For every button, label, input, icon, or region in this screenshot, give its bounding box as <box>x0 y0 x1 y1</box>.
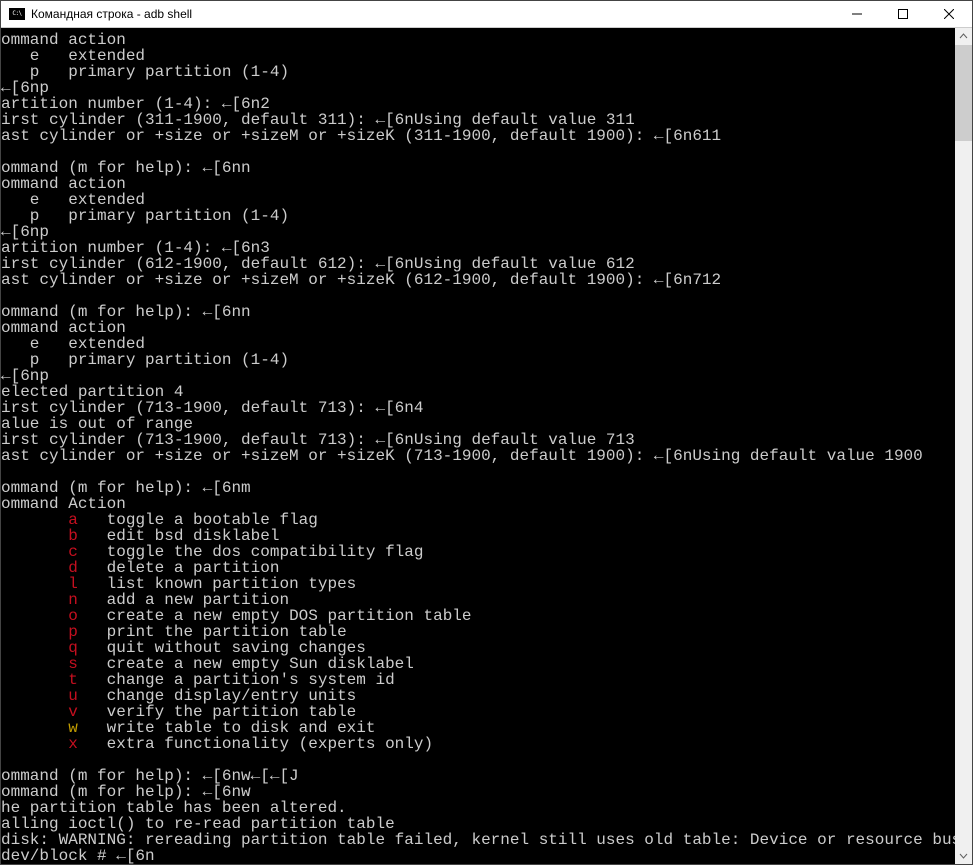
terminal-line: e extended <box>1 336 955 352</box>
terminal-line: irst cylinder (311-1900, default 311): ←… <box>1 112 955 128</box>
scroll-up-button[interactable] <box>955 28 972 45</box>
terminal-line: disk: WARNING: rereading partition table… <box>1 832 955 848</box>
terminal-line: p primary partition (1-4) <box>1 208 955 224</box>
terminal-line: e extended <box>1 192 955 208</box>
minimize-button[interactable] <box>834 1 880 27</box>
terminal-line: ommand (m for help): ←[6nw <box>1 784 955 800</box>
terminal-line: elected partition 4 <box>1 384 955 400</box>
terminal-line: ommand (m for help): ←[6nn <box>1 304 955 320</box>
chevron-up-icon <box>959 32 968 41</box>
scroll-down-button[interactable] <box>955 847 972 864</box>
terminal-line <box>1 752 955 768</box>
terminal-line: irst cylinder (612-1900, default 612): ←… <box>1 256 955 272</box>
terminal-line: ←[6np <box>1 224 955 240</box>
titlebar[interactable]: Командная строка - adb shell <box>1 1 972 28</box>
close-icon <box>944 9 954 19</box>
terminal-line: ommand (m for help): ←[6nn <box>1 160 955 176</box>
terminal-line: artition number (1-4): ←[6n3 <box>1 240 955 256</box>
maximize-button[interactable] <box>880 1 926 27</box>
window-title: Командная строка - adb shell <box>31 7 834 21</box>
terminal-line <box>1 464 955 480</box>
terminal-line: ast cylinder or +size or +sizeM or +size… <box>1 272 955 288</box>
terminal-line: n add a new partition <box>1 592 955 608</box>
terminal-line: ←[6np <box>1 80 955 96</box>
terminal-line: l list known partition types <box>1 576 955 592</box>
terminal-line: q quit without saving changes <box>1 640 955 656</box>
terminal-line <box>1 288 955 304</box>
terminal-line: ast cylinder or +size or +sizeM or +size… <box>1 128 955 144</box>
terminal-line: ommand (m for help): ←[6nw←[←[J <box>1 768 955 784</box>
terminal-line: d delete a partition <box>1 560 955 576</box>
terminal-line: alling ioctl() to re-read partition tabl… <box>1 816 955 832</box>
client-area: ommand action e extended p primary parti… <box>1 28 972 864</box>
cmd-window: Командная строка - adb shell ommand acti… <box>0 0 973 865</box>
terminal-line: x extra functionality (experts only) <box>1 736 955 752</box>
terminal-line: p print the partition table <box>1 624 955 640</box>
minimize-icon <box>852 9 862 19</box>
terminal-line: alue is out of range <box>1 416 955 432</box>
terminal-line: u change display/entry units <box>1 688 955 704</box>
terminal-line: p primary partition (1-4) <box>1 64 955 80</box>
terminal-line: irst cylinder (713-1900, default 713): ←… <box>1 432 955 448</box>
window-buttons <box>834 1 972 27</box>
terminal-line: dev/block # ←[6n <box>1 848 955 864</box>
scrollbar-thumb[interactable] <box>955 45 972 141</box>
terminal-line: o create a new empty DOS partition table <box>1 608 955 624</box>
terminal-line: ommand action <box>1 176 955 192</box>
terminal-line: p primary partition (1-4) <box>1 352 955 368</box>
scrollbar-track[interactable] <box>955 45 972 847</box>
terminal-line: t change a partition's system id <box>1 672 955 688</box>
terminal-line: ast cylinder or +size or +sizeM or +size… <box>1 448 955 464</box>
terminal-line: ommand action <box>1 320 955 336</box>
terminal-line: irst cylinder (713-1900, default 713): ←… <box>1 400 955 416</box>
terminal-line: ommand action <box>1 32 955 48</box>
terminal-line: w write table to disk and exit <box>1 720 955 736</box>
terminal-line: a toggle a bootable flag <box>1 512 955 528</box>
maximize-icon <box>898 9 908 19</box>
terminal-output[interactable]: ommand action e extended p primary parti… <box>1 28 955 864</box>
terminal-line: ←[6np <box>1 368 955 384</box>
terminal-line: v verify the partition table <box>1 704 955 720</box>
close-button[interactable] <box>926 1 972 27</box>
chevron-down-icon <box>959 851 968 860</box>
terminal-line: artition number (1-4): ←[6n2 <box>1 96 955 112</box>
terminal-line: b edit bsd disklabel <box>1 528 955 544</box>
terminal-line <box>1 144 955 160</box>
terminal-line: c toggle the dos compatibility flag <box>1 544 955 560</box>
terminal-line: ommand (m for help): ←[6nm <box>1 480 955 496</box>
terminal-line: ommand Action <box>1 496 955 512</box>
terminal-line: s create a new empty Sun disklabel <box>1 656 955 672</box>
terminal-line: he partition table has been altered. <box>1 800 955 816</box>
terminal-line: e extended <box>1 48 955 64</box>
vertical-scrollbar[interactable] <box>955 28 972 864</box>
cmd-icon <box>9 8 25 20</box>
